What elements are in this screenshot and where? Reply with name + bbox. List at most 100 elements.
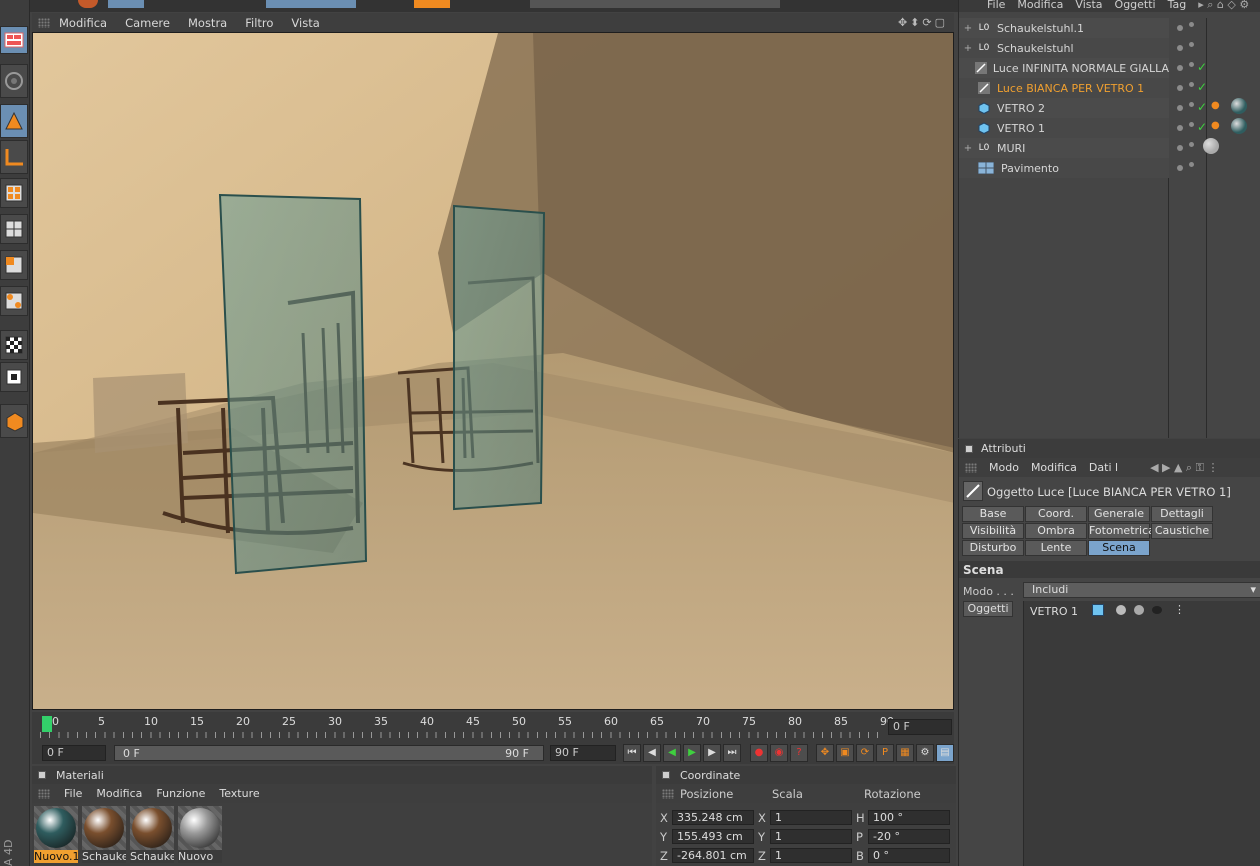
object-row[interactable]: + L0 Schaukelstuhl [959,38,1169,58]
mode-dropdown[interactable]: Includi ▾ [1023,582,1260,598]
tab-caustiche[interactable]: Caustiche [1151,523,1213,539]
render-visibility-dot[interactable] [1189,82,1194,87]
goto-end-icon[interactable]: ⏭ [723,744,741,762]
menu-vista[interactable]: Vista [1075,0,1102,12]
menu-funzione[interactable]: Funzione [156,787,205,800]
render-visibility-dot[interactable] [1189,142,1194,147]
object-row[interactable]: Pavimento [959,158,1169,178]
object-row[interactable]: VETRO 2 [959,98,1169,118]
range-slider[interactable]: 0 F 90 F [114,745,544,761]
scale-field[interactable]: 1 [770,848,852,863]
play-icon[interactable]: ▶ [683,744,701,762]
scene-icon[interactable] [0,64,28,98]
goto-start-icon[interactable]: ⏮ [623,744,641,762]
object-row[interactable]: Luce BIANCA PER VETRO 1 [959,78,1169,98]
points-mode-icon[interactable] [0,178,28,208]
object-row[interactable]: Luce INFINITA NORMALE GIALLA [959,58,1169,78]
material-tag-icon[interactable] [1231,98,1247,114]
material-swatch[interactable]: Schauke [82,806,126,863]
playhead[interactable] [42,716,52,732]
position-field[interactable]: 155.493 cm [672,829,754,844]
editor-visibility-dot[interactable] [1177,145,1183,151]
object-row[interactable]: + L0 Schaukelstuhl.1 [959,18,1169,38]
key-settings-icon[interactable]: ⚙ [916,744,934,762]
position-field[interactable]: 335.248 cm [672,810,754,825]
timeline[interactable]: 0 5 10 15 20 25 30 35 40 45 50 55 60 65 70 75 80 85 90 0 F [32,712,954,742]
nav-icons[interactable]: ◀ ▶ ▲ ⌕ ⚿ ⋮ [1150,461,1218,475]
key-scale-icon[interactable]: ▣ [836,744,854,762]
material-tag-icon[interactable] [1231,118,1247,134]
prev-frame-icon[interactable]: ◀ [643,744,661,762]
tab-visibilit[interactable]: Visibilità [962,523,1024,539]
material-tag-icon[interactable] [1203,138,1219,154]
render-visibility-dot[interactable] [1189,22,1194,27]
tab-coord[interactable]: Coord. [1025,506,1087,522]
end-frame-field[interactable]: 90 F [550,745,616,761]
material-swatch[interactable]: Nuovo.1 [34,806,78,863]
menu-modifica[interactable]: Modifica [1017,0,1063,12]
uv-mode-icon[interactable] [0,286,28,316]
editor-visibility-dot[interactable] [1177,165,1183,171]
menu-filtro[interactable]: Filtro [236,16,282,30]
editor-visibility-dot[interactable] [1177,125,1183,131]
tab-generale[interactable]: Generale [1088,506,1150,522]
key-position-icon[interactable]: ✥ [816,744,834,762]
polygons-mode-icon[interactable] [0,250,28,280]
start-frame-field[interactable]: 0 F [42,745,106,761]
object-row[interactable]: VETRO 1 [959,118,1169,138]
tab-scena[interactable]: Scena [1088,540,1150,556]
object-row[interactable]: + L0 MURI [959,138,1169,158]
viewport[interactable] [32,32,954,710]
render-visibility-dot[interactable] [1189,102,1194,107]
keyframe-help-icon[interactable]: ? [790,744,808,762]
texture-mode-icon[interactable] [0,330,28,360]
tab-fotometrica[interactable]: Fotometrica [1088,523,1155,539]
editor-visibility-dot[interactable] [1177,65,1183,71]
menu-modifica[interactable]: Modifica [96,787,142,800]
select-tool-icon[interactable] [108,0,144,8]
phong-tag-icon[interactable]: ● [1211,120,1220,131]
layout-icon[interactable] [0,26,28,54]
record-icon[interactable]: ● [750,744,768,762]
phong-tag-icon[interactable]: ● [1211,100,1220,111]
objects-button[interactable]: Oggetti [963,601,1013,617]
scale-field[interactable]: 1 [770,829,852,844]
rotation-field[interactable]: -20 ° [868,829,950,844]
editor-visibility-dot[interactable] [1177,85,1183,91]
menu-tag[interactable]: Tag [1168,0,1187,12]
tab-ombra[interactable]: Ombra [1025,523,1087,539]
rotation-field[interactable]: 100 ° [868,810,950,825]
editor-visibility-dot[interactable] [1177,105,1183,111]
menu-vista[interactable]: Vista [282,16,328,30]
menu-file[interactable]: File [64,787,82,800]
transform-tools-icon[interactable] [266,0,356,8]
tab-lente[interactable]: Lente [1025,540,1087,556]
expand-toggle-icon[interactable]: + [959,23,977,34]
menu-file[interactable]: File [987,0,1005,12]
viewport-nav-icons[interactable]: ✥⬍⟳▢ [898,16,948,29]
include-list[interactable]: VETRO 1 ⋮ [1023,601,1260,866]
render-icon[interactable] [78,0,98,8]
menu-modo[interactable]: Modo [989,461,1019,474]
expand-toggle-icon[interactable]: + [959,43,977,54]
next-frame-icon[interactable]: ▶ [703,744,721,762]
menu-dati[interactable]: Dati l [1089,461,1118,474]
render-visibility-dot[interactable] [1189,42,1194,47]
tab-base[interactable]: Base [962,506,1024,522]
position-field[interactable]: -264.801 cm [672,848,754,863]
material-swatch[interactable]: Nuovo [178,806,222,863]
object-tools-icon[interactable] [0,404,28,438]
expand-toggle-icon[interactable]: + [959,143,977,154]
move-axis-icon[interactable] [0,104,28,138]
enabled-check-icon[interactable]: ✓ [1197,120,1207,134]
axis-icon[interactable] [0,140,28,174]
render-visibility-dot[interactable] [1189,122,1194,127]
enabled-check-icon[interactable]: ✓ [1197,80,1207,94]
enabled-check-icon[interactable]: ✓ [1197,100,1207,114]
menu-oggetti[interactable]: Oggetti [1115,0,1156,12]
menu-modifica[interactable]: Modifica [1031,461,1077,474]
menu-modifica[interactable]: Modifica [50,16,116,30]
key-rotation-icon[interactable]: ⟳ [856,744,874,762]
menu-texture[interactable]: Texture [219,787,259,800]
more-icon[interactable]: ▸ ⌕ ⌂ ◇ ⚙ [1198,0,1249,12]
